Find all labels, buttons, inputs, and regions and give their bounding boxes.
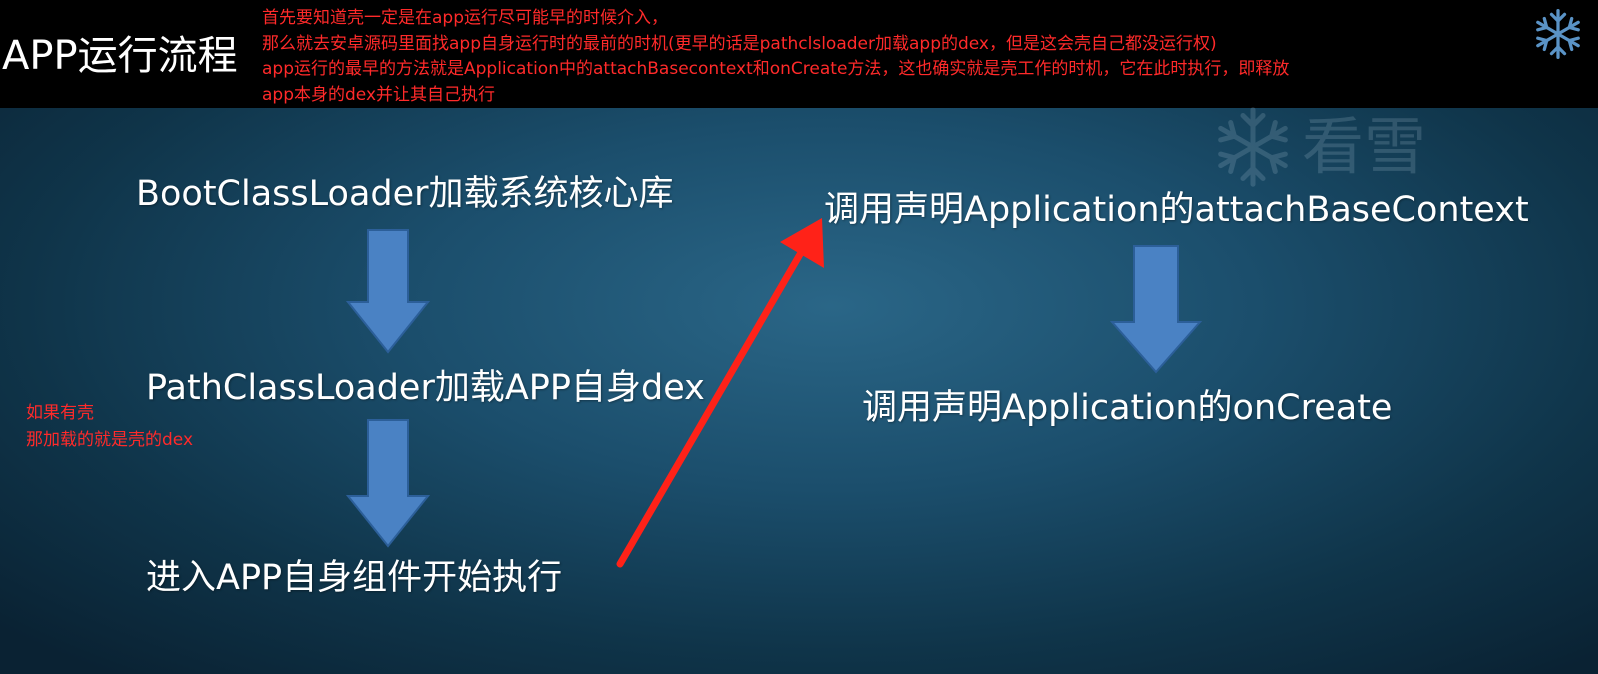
header-bar: APP运行流程 首先要知道壳一定是在app运行尽可能早的时候介入， 那么就去安卓… <box>0 0 1598 108</box>
snowflake-icon <box>1532 9 1584 59</box>
diagram-slide: 看雪 BootClassLoader加载系统核心库 PathClassLoade… <box>0 107 1598 674</box>
annotation-note-line: app运行的最早的方法就是Application中的attachBasecont… <box>262 59 1290 79</box>
side-annotation: 如果有壳 那加载的就是壳的dex <box>26 400 193 454</box>
flow-step-oncreate: 调用声明Application的onCreate <box>862 388 1393 428</box>
flow-step-bootclassloader: BootClassLoader加载系统核心库 <box>136 174 674 214</box>
annotation-arrow-icon <box>616 218 824 568</box>
side-annotation-line: 如果有壳 <box>26 403 94 423</box>
down-arrow-icon <box>346 229 430 354</box>
annotation-notes: 首先要知道壳一定是在app运行尽可能早的时候介入， 那么就去安卓源码里面找app… <box>262 6 1502 108</box>
flow-step-enter-app: 进入APP自身组件开始执行 <box>146 558 563 598</box>
snowflake-icon <box>1210 107 1296 190</box>
annotation-note-line: 首先要知道壳一定是在app运行尽可能早的时候介入， <box>262 8 668 28</box>
down-arrow-icon <box>346 419 430 548</box>
flow-step-attachbasecontext: 调用声明Application的attachBaseContext <box>824 190 1529 230</box>
page-title: APP运行流程 <box>2 33 238 79</box>
side-annotation-line: 那加载的就是壳的dex <box>26 430 194 450</box>
down-arrow-icon <box>1110 245 1202 374</box>
watermark-text: 看雪 <box>1302 110 1427 183</box>
annotation-note-line: 那么就去安卓源码里面找app自身运行时的最前的时机(更早的话是pathclslo… <box>262 33 1217 54</box>
